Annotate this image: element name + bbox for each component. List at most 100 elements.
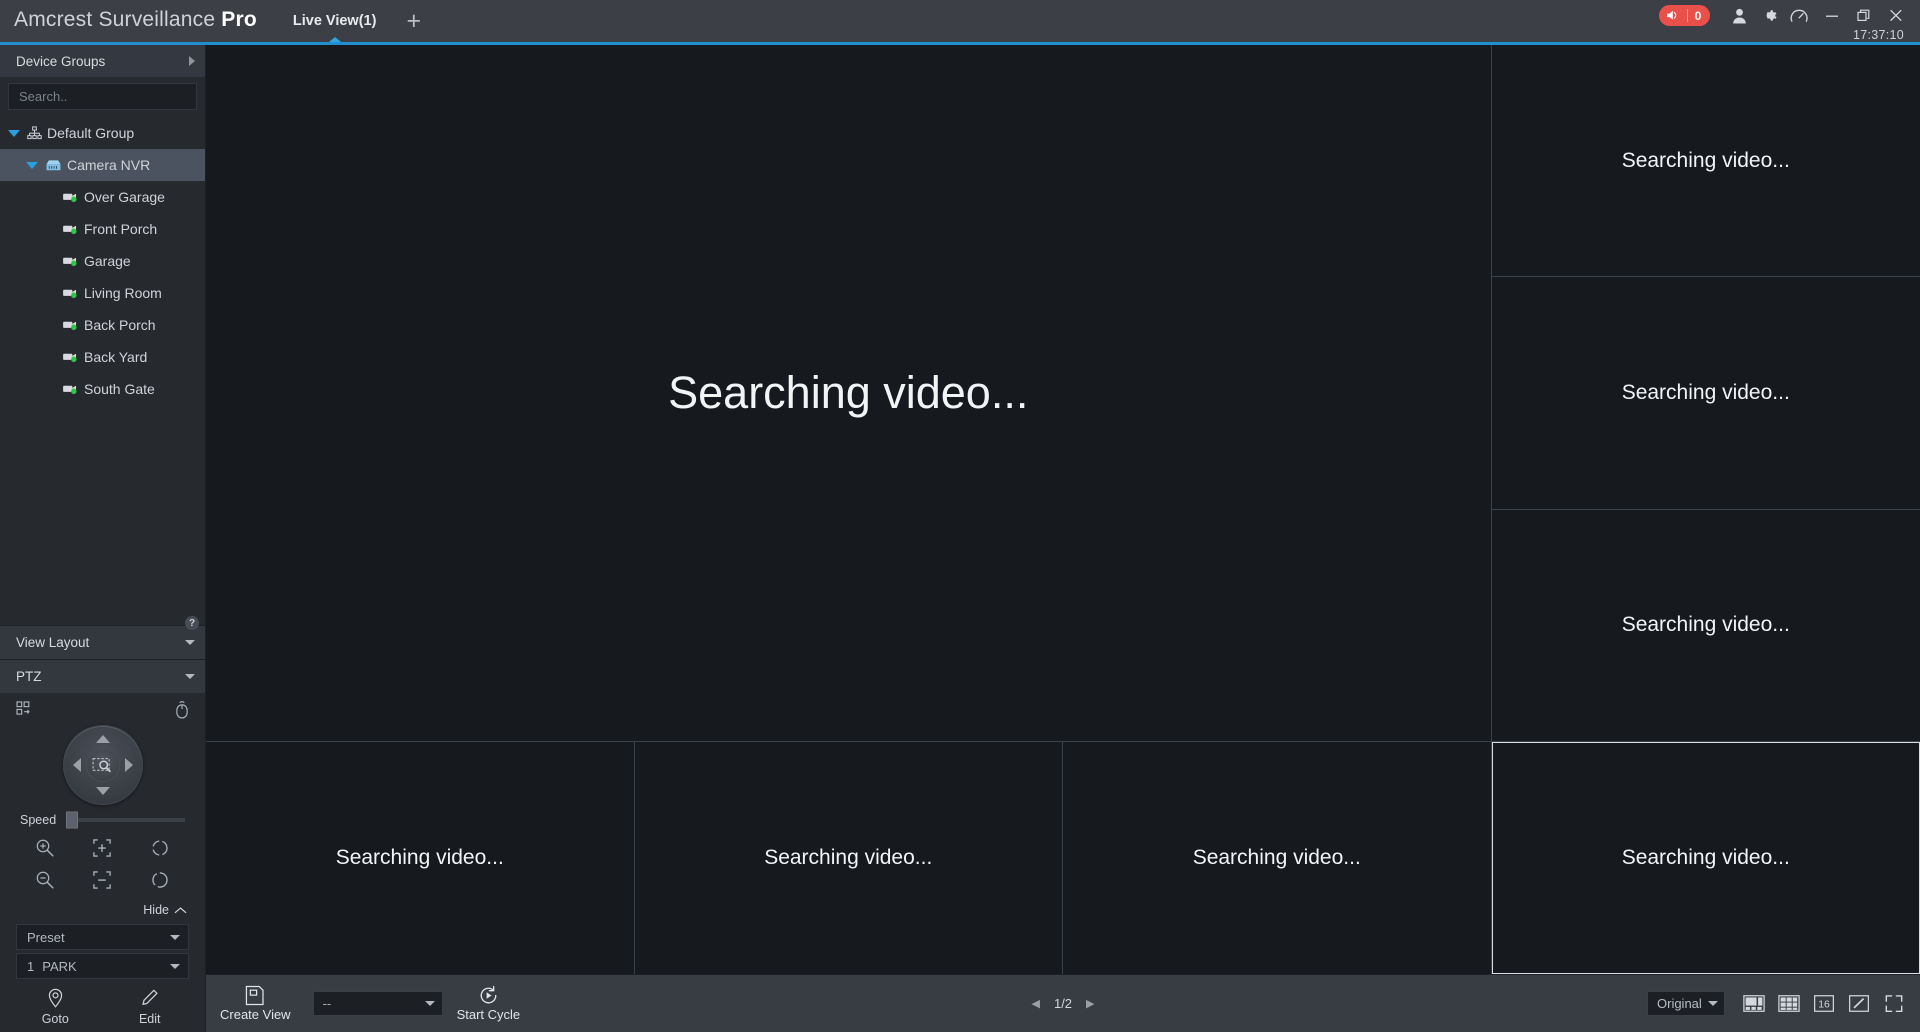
ptz-joystick[interactable] — [62, 725, 143, 805]
ptz-preset-actions: Goto Edit — [8, 982, 197, 1032]
video-cell[interactable]: Searching video... — [1491, 509, 1920, 742]
save-view-icon — [246, 985, 264, 1006]
tree-item-living-room[interactable]: Living Room — [0, 277, 205, 309]
sidebar: Device Groups Search.. Default Group Cam… — [0, 45, 206, 1032]
tree-item-label: Living Room — [84, 285, 162, 301]
video-cell[interactable]: Searching video... — [206, 45, 1492, 742]
camera-online-icon — [62, 223, 79, 235]
layout-1plus5-icon[interactable] — [1742, 993, 1766, 1015]
iris-close-icon[interactable] — [145, 867, 175, 893]
tree-item-south-gate[interactable]: South Gate — [0, 373, 205, 405]
video-cell-status: Searching video... — [1621, 613, 1790, 637]
arrow-right-icon[interactable] — [124, 758, 133, 772]
tab-active-caret-icon — [328, 37, 341, 42]
ptz-mode-select[interactable]: Preset — [16, 924, 189, 950]
tree-item-garage[interactable]: Garage — [0, 245, 205, 277]
tab-live-view-label: Live View(1) — [292, 13, 377, 29]
zoom-in-icon[interactable] — [30, 835, 60, 861]
focus-far-icon[interactable] — [87, 867, 117, 893]
video-cell-selected[interactable]: Searching video... — [1491, 741, 1920, 974]
view-layout-header[interactable]: View Layout ? — [0, 616, 205, 659]
layout-16-icon[interactable]: 16 — [1812, 993, 1836, 1015]
tree-item-front-porch[interactable]: Front Porch — [0, 213, 205, 245]
chevron-down-icon[interactable] — [8, 129, 20, 137]
alarm-indicator[interactable]: 0 — [1659, 5, 1710, 26]
focus-near-icon[interactable] — [87, 835, 117, 861]
search-input[interactable] — [19, 89, 195, 104]
close-icon[interactable] — [1882, 4, 1910, 28]
restore-icon[interactable] — [1850, 4, 1878, 28]
mouse-control-icon[interactable] — [175, 701, 189, 724]
help-icon[interactable]: ? — [185, 616, 199, 630]
arrow-down-icon[interactable] — [95, 787, 110, 795]
add-tab-button[interactable]: + — [390, 0, 433, 37]
speed-slider[interactable] — [66, 811, 185, 829]
ptz-mode-value: Preset — [27, 929, 65, 945]
gear-icon[interactable] — [1754, 4, 1784, 28]
video-cell[interactable]: Searching video... — [1491, 45, 1920, 278]
tree-item-label: Garage — [84, 253, 131, 269]
search-box[interactable] — [8, 83, 197, 110]
caret-right-icon[interactable]: ▶ — [1086, 997, 1094, 1010]
speed-slider-knob[interactable] — [66, 811, 79, 829]
video-cell[interactable]: Searching video... — [1491, 277, 1920, 510]
view-select[interactable]: -- — [312, 991, 443, 1016]
layout-grid-icon[interactable] — [1777, 993, 1801, 1015]
tab-live-view[interactable]: Live View(1) — [279, 0, 391, 42]
device-tree: Default Group Camera NVR Over Garage Fro… — [0, 114, 205, 625]
ptz-preset-select[interactable]: 1 PARK — [16, 953, 189, 979]
start-cycle-button[interactable]: Start Cycle — [457, 985, 520, 1022]
view-layout-title: View Layout — [16, 635, 90, 650]
camera-online-icon — [62, 383, 79, 395]
ptz-edit-button[interactable]: Edit — [103, 988, 198, 1026]
view-select-value: -- — [322, 996, 332, 1011]
tree-item-back-yard[interactable]: Back Yard — [0, 341, 205, 373]
alarm-divider — [1687, 9, 1688, 22]
video-cell-status: Searching video... — [1621, 380, 1790, 404]
zoom-out-icon[interactable] — [30, 867, 60, 893]
video-cell[interactable]: Searching video... — [1063, 741, 1492, 974]
app-window: Amcrest Surveillance Pro Live View(1) + … — [0, 0, 1920, 1032]
location-pin-icon — [48, 988, 62, 1008]
video-cell[interactable]: Searching video... — [634, 741, 1063, 974]
alarm-count: 0 — [1694, 8, 1702, 23]
chevron-up-icon — [174, 906, 187, 913]
ptz-goto-button[interactable]: Goto — [8, 988, 103, 1026]
ptz-hide-label: Hide — [143, 903, 169, 917]
device-groups-header[interactable]: Device Groups — [0, 45, 205, 77]
tree-item-label: Back Porch — [84, 317, 156, 333]
scale-select[interactable]: Original — [1647, 991, 1725, 1016]
layout-custom-icon[interactable] — [1847, 993, 1871, 1015]
fullscreen-icon[interactable] — [1882, 993, 1906, 1015]
main-area: Searching video... Searching video... Se… — [206, 45, 1920, 1032]
camera-online-icon — [62, 287, 79, 299]
chevron-down-icon[interactable] — [185, 674, 195, 679]
zoom-area-icon[interactable] — [85, 748, 120, 782]
arrow-left-icon[interactable] — [72, 758, 81, 772]
chevron-down-icon — [170, 963, 180, 969]
chevron-right-icon — [189, 56, 195, 66]
tree-item-default-group[interactable]: Default Group — [0, 117, 205, 149]
iris-open-icon[interactable] — [145, 835, 175, 861]
create-view-button[interactable]: Create View — [220, 985, 291, 1022]
minimize-icon[interactable] — [1818, 4, 1846, 28]
tree-item-back-porch[interactable]: Back Porch — [0, 309, 205, 341]
caret-left-icon[interactable]: ◀ — [1031, 997, 1039, 1010]
nvr-icon — [45, 159, 62, 172]
video-cell[interactable]: Searching video... — [206, 741, 635, 974]
arrow-up-icon[interactable] — [95, 735, 110, 743]
user-icon[interactable] — [1724, 4, 1754, 28]
tree-item-label: Front Porch — [84, 221, 158, 237]
chevron-down-icon[interactable] — [26, 161, 38, 169]
tree-item-over-garage[interactable]: Over Garage — [0, 181, 205, 213]
ptz-hide-toggle[interactable]: Hide — [8, 901, 197, 921]
ptz-speed-row: Speed — [8, 807, 197, 829]
tree-item-camera-nvr[interactable]: Camera NVR — [0, 149, 205, 181]
chevron-down-icon[interactable] — [185, 640, 195, 645]
ptz-header[interactable]: PTZ — [0, 659, 205, 693]
speaker-mute-icon — [1667, 10, 1677, 20]
search-container — [0, 77, 205, 114]
gauge-icon[interactable] — [1784, 4, 1814, 28]
ptz-menu-icon[interactable] — [16, 701, 33, 721]
cycle-icon — [480, 985, 497, 1004]
